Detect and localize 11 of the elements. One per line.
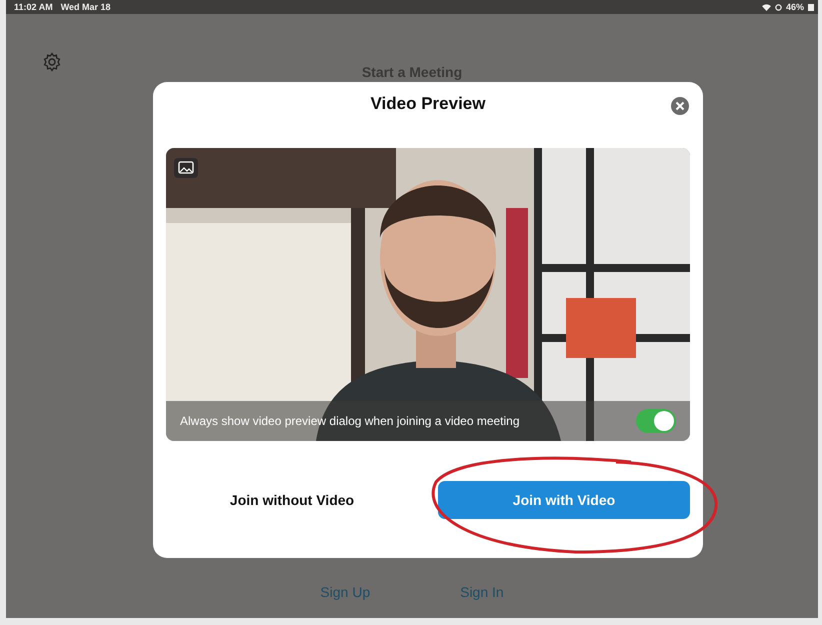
close-button[interactable] xyxy=(670,96,690,116)
battery-icon xyxy=(808,4,814,10)
image-icon[interactable] xyxy=(174,158,198,178)
wifi-icon xyxy=(762,4,771,10)
lock-rotation-icon xyxy=(774,4,782,10)
dialog-title: Video Preview xyxy=(370,94,486,114)
settings-icon[interactable] xyxy=(42,52,62,72)
join-with-video-button[interactable]: Join with Video xyxy=(438,481,690,519)
status-time: 11:02 AM xyxy=(14,2,53,12)
battery-level: 46% xyxy=(786,2,804,12)
status-date: Wed Mar 18 xyxy=(60,2,111,12)
